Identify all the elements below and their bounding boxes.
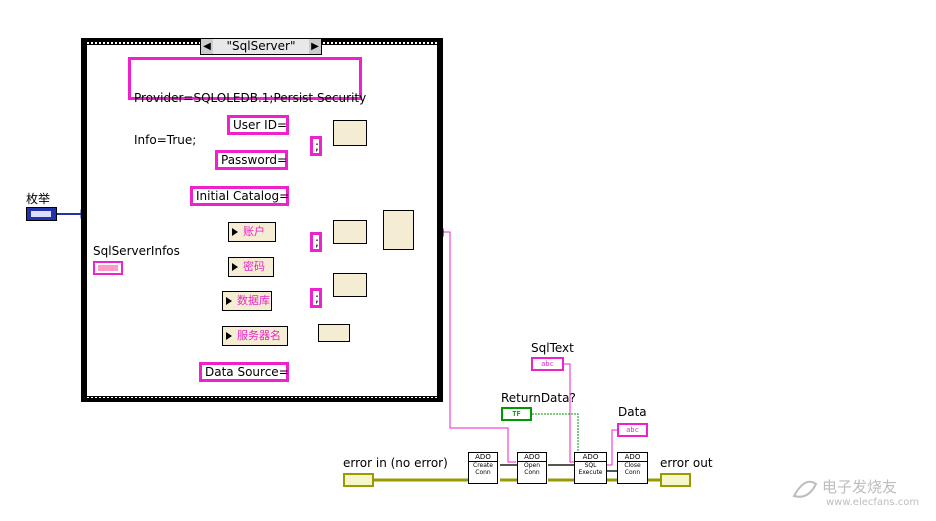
enum-icon	[31, 211, 51, 217]
ado-sql-execute-node[interactable]: ADO SQL Execute	[574, 452, 607, 484]
ado-create-conn-node[interactable]: ADO Create Conn	[468, 452, 498, 484]
user-id-constant[interactable]: User ID=	[227, 115, 289, 135]
unbundle-item-database[interactable]: 数据库	[222, 291, 272, 311]
ado-line: Open	[523, 462, 541, 469]
semicolon-constant-2[interactable]: ;	[310, 232, 322, 252]
error-in-terminal[interactable]	[343, 473, 374, 487]
ado-line: Conn	[624, 469, 641, 476]
ado-header: ADO	[575, 453, 606, 462]
watermark-url: www.elecfans.com	[826, 497, 920, 508]
data-terminal[interactable]: abc	[617, 423, 648, 437]
concatenate-strings-node-4[interactable]	[318, 324, 350, 342]
semicolon-constant-1[interactable]: ;	[310, 136, 322, 156]
ado-line: Conn	[524, 469, 540, 476]
data-label: Data	[618, 405, 647, 419]
ado-line: Create	[473, 462, 493, 469]
enum-control[interactable]	[26, 207, 57, 221]
password-constant[interactable]: Password=	[215, 150, 288, 170]
cluster-icon	[98, 265, 118, 271]
error-in-label: error in (no error)	[343, 456, 448, 470]
concatenate-strings-node-2[interactable]	[333, 220, 367, 244]
concatenate-strings-node-3[interactable]	[333, 273, 367, 297]
ado-header: ADO	[618, 453, 647, 462]
cluster-label: SqlServerInfos	[93, 244, 180, 258]
decrement-arrow-icon[interactable]: ◀	[201, 39, 213, 54]
unbundle-item-password[interactable]: 密码	[228, 257, 274, 277]
concatenate-strings-node-main[interactable]	[383, 210, 414, 250]
ado-header: ADO	[518, 453, 546, 462]
data-source-constant[interactable]: Data Source=	[199, 362, 289, 382]
returndata-terminal[interactable]: TF	[501, 407, 532, 421]
ado-line: Close	[624, 462, 641, 469]
error-out-terminal[interactable]	[660, 473, 691, 487]
ado-close-conn-node[interactable]: ADO Close Conn	[617, 452, 648, 484]
concatenate-strings-node-1[interactable]	[333, 120, 367, 146]
provider-line-1: Provider=SQLOLEDB.1;Persist Security	[134, 91, 367, 105]
ado-line: SQL	[584, 462, 597, 469]
cluster-control[interactable]	[93, 261, 123, 275]
error-out-label: error out	[660, 456, 713, 470]
provider-string-constant[interactable]: Provider=SQLOLEDB.1;Persist Security Inf…	[128, 57, 366, 147]
ado-open-conn-node[interactable]: ADO Open Conn	[517, 452, 547, 484]
ado-line: Conn	[475, 469, 491, 476]
ado-header: ADO	[469, 453, 497, 462]
provider-line-2: Info=True;	[134, 133, 197, 147]
semicolon-constant-3[interactable]: ;	[310, 288, 322, 308]
initial-catalog-constant[interactable]: Initial Catalog=	[190, 186, 289, 206]
sqltext-terminal[interactable]: abc	[531, 357, 564, 371]
case-selector[interactable]: ◀ "SqlServer" ▶	[200, 38, 322, 55]
case-selector-value: "SqlServer"	[226, 39, 296, 53]
returndata-label: ReturnData?	[501, 391, 576, 405]
unbundle-item-server-name[interactable]: 服务器名	[222, 326, 288, 346]
enum-label: 枚举	[26, 192, 51, 206]
sqltext-label: SqlText	[531, 341, 574, 355]
unbundle-item-account[interactable]: 账户	[228, 222, 276, 242]
case-dropdown-icon[interactable]: ▶	[309, 39, 321, 54]
watermark-logo-icon	[792, 480, 818, 498]
watermark-title: 电子发烧友	[822, 478, 898, 496]
ado-line: Execute	[578, 469, 603, 476]
